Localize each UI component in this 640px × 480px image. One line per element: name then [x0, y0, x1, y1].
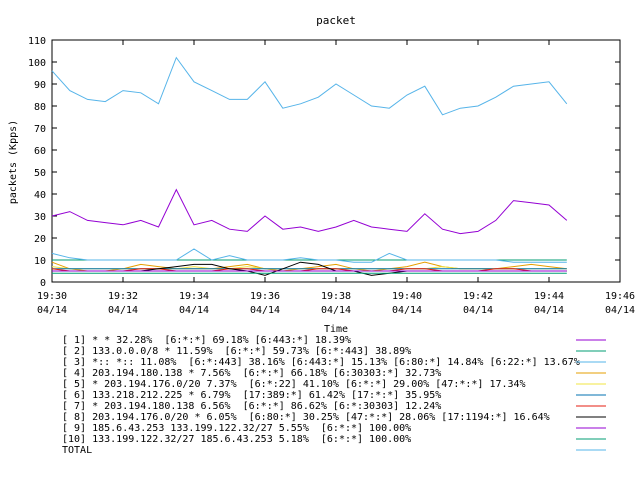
legend-label-11: TOTAL — [62, 445, 92, 456]
y-tick-label: 80 — [34, 102, 46, 113]
legend-label-4: [ 4] 203.194.180.138 * 7.56% [6:*:*] 66.… — [62, 368, 441, 379]
y-tick-label: 60 — [34, 146, 46, 157]
x-tick-label-time: 19:44 — [534, 291, 564, 302]
legend-label-8: [ 8] 203.194.176.0/20 * 6.05% [6:80:*] 3… — [62, 412, 550, 423]
series-line-11 — [51, 56, 568, 116]
y-tick-label: 70 — [34, 124, 46, 135]
x-tick-label-date: 04/14 — [605, 305, 635, 316]
x-tick-label-time: 19:38 — [321, 291, 351, 302]
legend-label-7: [ 7] * 203.194.180.138 6.56% [6:*:*] 86.… — [62, 401, 441, 412]
x-tick-label-time: 19:40 — [392, 291, 422, 302]
x-tick-label-date: 04/14 — [463, 305, 493, 316]
y-ticks: 0 10 20 30 40 50 60 70 80 90 100 110 — [28, 36, 620, 289]
legend-label-9: [ 9] 185.6.43.253 133.199.122.32/27 5.55… — [62, 423, 411, 434]
x-tick-label-time: 19:42 — [463, 291, 493, 302]
x-axis-label: Time — [324, 324, 348, 335]
y-tick-label: 20 — [34, 234, 46, 245]
legend-label-10: [10] 133.199.122.32/27 185.6.43.253 5.18… — [62, 434, 411, 445]
series-line-1 — [51, 188, 568, 235]
packet-chart: packet packets (Kpps) Time 0 10 20 30 40 50 60… — [8, 14, 635, 456]
y-tick-label: 100 — [28, 58, 46, 69]
y-tick-label: 30 — [34, 212, 46, 223]
x-tick-label-date: 04/14 — [250, 305, 280, 316]
x-tick-label-date: 04/14 — [37, 305, 67, 316]
legend-label-2: [ 2] 133.0.0.0/8 * 11.59% [6:*:*] 59.73%… — [62, 346, 411, 357]
x-tick-label-date: 04/14 — [534, 305, 564, 316]
x-tick-label-date: 04/14 — [108, 305, 138, 316]
y-tick-label: 90 — [34, 80, 46, 91]
plot-frame — [51, 39, 621, 283]
legend-label-3: [ 3] *:: *:: 11.08% [6:*:443] 38.16% [6:… — [62, 357, 580, 368]
y-tick-label: 50 — [34, 168, 46, 179]
legend-label-5: [ 5] * 203.194.176.0/20 7.37% [6:*:22] 4… — [62, 379, 526, 390]
x-tick-label-time: 19:36 — [250, 291, 280, 302]
x-tick-label-time: 19:46 — [605, 291, 635, 302]
legend: [ 1] * * 32.28% [6:*:*] 69.18% [6:443:*]… — [62, 335, 606, 456]
x-tick-label-date: 04/14 — [392, 305, 422, 316]
chart-title: packet — [316, 14, 356, 27]
plot-area: 0102030405060708090100110 19:3004/1419:3… — [28, 36, 635, 316]
y-tick-label: 40 — [34, 190, 46, 201]
x-tick-label-date: 04/14 — [179, 305, 209, 316]
x-tick-label-time: 19:30 — [37, 291, 67, 302]
x-ticks: 19:30 04/14 19:32 04/14 19:34 04/14 19:36 04/14… — [37, 40, 635, 316]
y-tick-label: 10 — [34, 256, 46, 267]
series-lines — [51, 56, 568, 276]
y-axis-label: packets (Kpps) — [8, 120, 19, 204]
y-tick-label: 0 — [40, 278, 46, 289]
x-tick-label-time: 19:32 — [108, 291, 138, 302]
legend-label-1: [ 1] * * 32.28% [6:*:*] 69.18% [6:443:*]… — [62, 335, 351, 346]
x-tick-label-date: 04/14 — [321, 305, 351, 316]
legend-label-6: [ 6] 133.218.212.225 * 6.79% [17:389:*] … — [62, 390, 441, 401]
x-tick-label-time: 19:34 — [179, 291, 209, 302]
y-tick-label: 110 — [28, 36, 46, 47]
